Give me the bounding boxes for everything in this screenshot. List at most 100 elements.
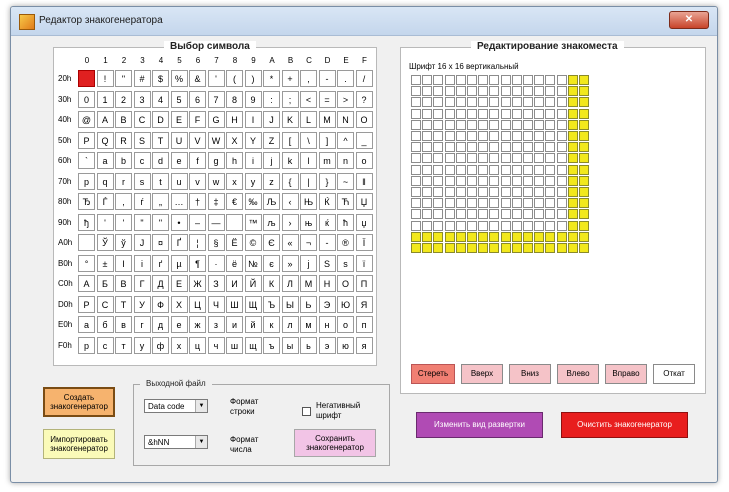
glyph-pixel-on[interactable] <box>567 243 578 253</box>
glyph-pixel[interactable] <box>411 153 421 164</box>
char-cell[interactable]: q <box>96 172 114 190</box>
char-cell[interactable]: у <box>133 336 151 354</box>
char-cell[interactable]: i <box>244 152 262 169</box>
glyph-pixel[interactable] <box>444 198 455 209</box>
glyph-pixel[interactable] <box>534 119 545 130</box>
glyph-pixel[interactable] <box>467 119 477 130</box>
char-cell[interactable]: ‰ <box>244 193 262 210</box>
glyph-pixel[interactable] <box>433 142 444 153</box>
glyph-pixel[interactable] <box>556 75 567 85</box>
glyph-pixel-on[interactable] <box>579 243 589 253</box>
glyph-pixel-on[interactable] <box>579 153 589 164</box>
glyph-pixel[interactable] <box>545 119 556 130</box>
char-cell[interactable]: Й <box>244 275 262 292</box>
glyph-pixel-on[interactable] <box>422 243 433 253</box>
glyph-pixel[interactable] <box>444 86 455 97</box>
char-cell[interactable]: ы <box>281 336 299 354</box>
char-cell[interactable]: d <box>152 152 169 169</box>
char-cell[interactable]: Я <box>355 295 373 313</box>
char-cell[interactable]: ™ <box>244 213 262 231</box>
glyph-pixel[interactable] <box>511 119 522 130</box>
glyph-pixel[interactable] <box>422 131 433 141</box>
glyph-pixel[interactable] <box>489 119 500 130</box>
char-cell[interactable]: w <box>207 172 225 190</box>
char-cell[interactable]: µ <box>170 254 188 272</box>
char-cell[interactable]: % <box>170 70 188 87</box>
char-cell[interactable]: 0 <box>78 90 95 108</box>
char-cell[interactable]: Ё <box>226 234 243 251</box>
glyph-pixel[interactable] <box>523 86 533 97</box>
char-cell[interactable]: Л <box>281 275 299 292</box>
glyph-pixel[interactable] <box>489 198 500 209</box>
glyph-pixel[interactable] <box>422 142 433 153</box>
char-cell[interactable]: ь <box>300 336 317 354</box>
char-cell[interactable]: a <box>96 152 114 169</box>
glyph-pixel-on[interactable] <box>567 209 578 220</box>
char-cell[interactable]: о <box>337 316 354 333</box>
glyph-pixel-on[interactable] <box>567 187 578 197</box>
create-chargen-button[interactable]: Создать знакогенератор <box>43 387 115 417</box>
char-cell[interactable]: p <box>78 172 95 190</box>
glyph-pixel[interactable] <box>556 164 567 175</box>
glyph-pixel[interactable] <box>500 97 511 108</box>
glyph-pixel[interactable] <box>478 220 489 231</box>
glyph-pixel[interactable] <box>511 108 522 119</box>
glyph-pixel-on[interactable] <box>545 243 556 253</box>
char-cell[interactable]: m <box>318 152 336 169</box>
glyph-pixel[interactable] <box>422 187 433 197</box>
row-format-select[interactable]: Data code ▼ <box>144 399 208 413</box>
glyph-pixel[interactable] <box>534 187 545 197</box>
char-cell[interactable]: Ь <box>300 295 317 313</box>
glyph-pixel-on[interactable] <box>579 108 589 119</box>
char-cell[interactable]: K <box>281 111 299 128</box>
glyph-pixel[interactable] <box>489 164 500 175</box>
char-cell[interactable]: 2 <box>115 90 132 108</box>
char-cell[interactable]: № <box>244 254 262 272</box>
glyph-pixel[interactable] <box>523 187 533 197</box>
glyph-pixel[interactable] <box>455 220 466 231</box>
glyph-pixel[interactable] <box>500 131 511 141</box>
glyph-pixel[interactable] <box>534 209 545 220</box>
glyph-pixel[interactable] <box>433 97 444 108</box>
char-cell[interactable]: ў <box>115 234 132 251</box>
glyph-pixel[interactable] <box>455 187 466 197</box>
char-cell[interactable]: + <box>281 70 299 87</box>
char-cell[interactable] <box>226 213 243 231</box>
glyph-pixel-on[interactable] <box>534 243 545 253</box>
char-cell[interactable]: g <box>207 152 225 169</box>
glyph-pixel-on[interactable] <box>567 75 578 85</box>
glyph-pixel-on[interactable] <box>556 243 567 253</box>
char-cell[interactable]: ‡ <box>207 193 225 210</box>
char-cell[interactable]: ! <box>96 70 114 87</box>
char-cell[interactable]: W <box>207 131 225 149</box>
glyph-pixel[interactable] <box>455 142 466 153</box>
glyph-pixel[interactable] <box>411 131 421 141</box>
char-cell[interactable]: н <box>318 316 336 333</box>
glyph-pixel[interactable] <box>411 164 421 175</box>
glyph-pixel[interactable] <box>545 142 556 153</box>
glyph-pixel-on[interactable] <box>467 243 477 253</box>
glyph-pixel[interactable] <box>523 153 533 164</box>
char-cell[interactable]: в <box>115 316 132 333</box>
char-cell[interactable]: z <box>263 172 280 190</box>
char-cell[interactable]: ( <box>226 70 243 87</box>
glyph-pixel-on[interactable] <box>511 231 522 242</box>
glyph-pixel-on[interactable] <box>467 231 477 242</box>
char-cell[interactable]: N <box>337 111 354 128</box>
glyph-pixel[interactable] <box>478 75 489 85</box>
char-cell[interactable]: ш <box>226 336 243 354</box>
glyph-pixel[interactable] <box>556 209 567 220</box>
glyph-pixel[interactable] <box>444 119 455 130</box>
glyph-pixel-on[interactable] <box>455 231 466 242</box>
glyph-pixel-on[interactable] <box>579 142 589 153</box>
glyph-pixel-on[interactable] <box>478 231 489 242</box>
glyph-pixel-on[interactable] <box>545 231 556 242</box>
glyph-pixel[interactable] <box>556 97 567 108</box>
char-cell[interactable]: Д <box>152 275 169 292</box>
char-cell[interactable]: - <box>318 70 336 87</box>
char-cell[interactable]: М <box>300 275 317 292</box>
char-cell[interactable]: Б <box>96 275 114 292</box>
char-cell[interactable]: щ <box>244 336 262 354</box>
glyph-pixel[interactable] <box>411 142 421 153</box>
glyph-pixel-on[interactable] <box>411 243 421 253</box>
